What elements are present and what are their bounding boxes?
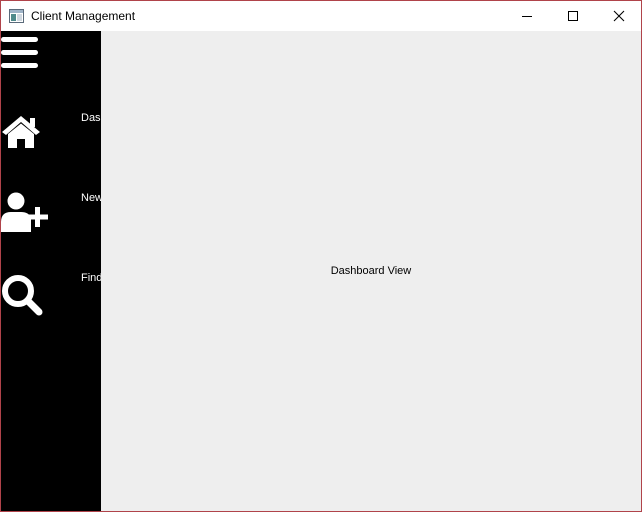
minimize-icon — [522, 16, 532, 17]
maximize-button[interactable] — [550, 1, 596, 31]
close-icon — [613, 10, 625, 22]
search-icon — [2, 275, 43, 316]
app-icon — [9, 9, 24, 23]
sidebar-item-dashboard[interactable]: Dashboard — [1, 106, 101, 166]
main-content: Dashboard View — [101, 31, 641, 511]
home-icon — [2, 116, 40, 148]
title-bar[interactable]: Client Management — [1, 1, 641, 31]
sidebar-item-find[interactable]: Find — [1, 266, 101, 326]
sidebar-item-label: New — [81, 192, 101, 204]
app-window: Client Management Das New Find Dashboard… — [0, 0, 642, 512]
hamburger-icon[interactable] — [1, 37, 38, 68]
minimize-button[interactable] — [504, 1, 550, 31]
sidebar-item-label: Find — [81, 272, 101, 284]
maximize-icon — [568, 11, 578, 21]
sidebar: Dashboard New Find — [1, 31, 101, 511]
sidebar-item-label: Dashboard — [81, 112, 101, 124]
view-title: Dashboard View — [330, 265, 412, 277]
add-user-icon — [1, 192, 48, 232]
sidebar-item-new[interactable]: New — [1, 186, 101, 246]
window-title: Client Management — [31, 9, 136, 23]
close-button[interactable] — [596, 1, 641, 31]
